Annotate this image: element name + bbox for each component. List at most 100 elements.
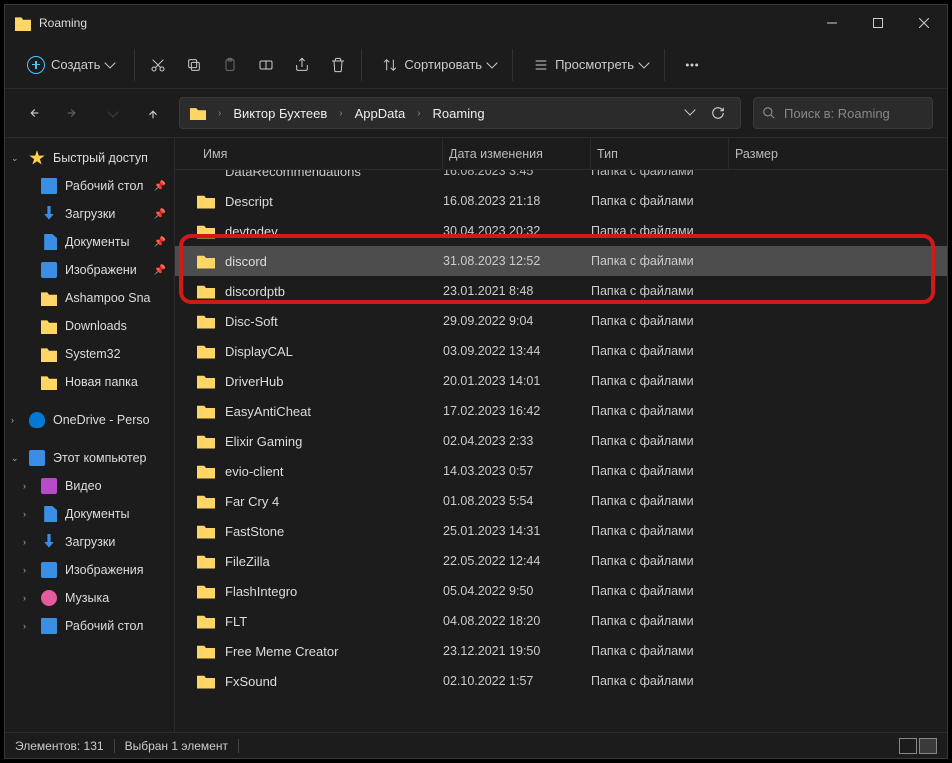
- sidebar-item-onedrive[interactable]: ›OneDrive - Perso: [5, 406, 174, 434]
- file-row[interactable]: FLT04.08.2022 18:20Папка с файлами: [175, 606, 947, 636]
- folder-icon: [197, 434, 215, 449]
- col-date[interactable]: Дата изменения: [443, 138, 591, 169]
- file-name: DataRecommendations: [225, 170, 361, 179]
- file-name: Descript: [225, 194, 273, 209]
- sidebar-item-folder[interactable]: Ashampoo Sna: [5, 284, 174, 312]
- file-date: 16.08.2023 3:45: [443, 170, 591, 178]
- sidebar-item-folder[interactable]: Downloads: [5, 312, 174, 340]
- video-icon: [41, 478, 57, 494]
- paste-button[interactable]: [213, 48, 247, 82]
- sidebar-item-video[interactable]: ›Видео: [5, 472, 174, 500]
- sidebar-item-thispc[interactable]: ⌄Этот компьютер: [5, 444, 174, 472]
- file-row[interactable]: Free Meme Creator23.12.2021 19:50Папка с…: [175, 636, 947, 666]
- sidebar-item-downloads[interactable]: ›Загрузки: [5, 528, 174, 556]
- cut-button[interactable]: [141, 48, 175, 82]
- breadcrumb-seg[interactable]: Виктор Бухтеев: [229, 106, 331, 121]
- forward-button[interactable]: [59, 99, 87, 127]
- toolbar: Создать Сортировать Просмотреть: [5, 41, 947, 89]
- plus-icon: [27, 56, 45, 74]
- sidebar-item-quick-access[interactable]: ⌄Быстрый доступ: [5, 144, 174, 172]
- folder-icon: [197, 194, 215, 209]
- folder-icon: [197, 374, 215, 389]
- file-row[interactable]: evio-client14.03.2023 0:57Папка с файлам…: [175, 456, 947, 486]
- refresh-button[interactable]: [704, 99, 732, 127]
- chevron-icon[interactable]: ›: [214, 108, 225, 119]
- file-list[interactable]: DataRecommendations 16.08.2023 3:45 Папка …: [175, 170, 947, 732]
- share-button[interactable]: [285, 48, 319, 82]
- recent-dropdown[interactable]: [99, 99, 127, 127]
- pin-icon: 📌: [154, 181, 166, 192]
- file-row[interactable]: EasyAntiCheat17.02.2023 16:42Папка с фай…: [175, 396, 947, 426]
- pin-icon: 📌: [154, 265, 166, 276]
- up-button[interactable]: [139, 99, 167, 127]
- file-row[interactable]: FileZilla22.05.2022 12:44Папка с файлами: [175, 546, 947, 576]
- history-chevron[interactable]: [682, 106, 698, 120]
- create-button[interactable]: Создать: [17, 48, 124, 82]
- file-row[interactable]: Elixir Gaming02.04.2023 2:33Папка с файл…: [175, 426, 947, 456]
- file-row[interactable]: FxSound02.10.2022 1:57Папка с файлами: [175, 666, 947, 696]
- col-type[interactable]: Тип: [591, 138, 729, 169]
- search-icon: [762, 106, 776, 120]
- rename-button[interactable]: [249, 48, 283, 82]
- col-name[interactable]: Имя: [197, 138, 443, 169]
- sidebar-item-documents[interactable]: Документы📌: [5, 228, 174, 256]
- folder-icon: [197, 344, 215, 359]
- sidebar: ⌄Быстрый доступ Рабочий стол📌 Загрузки📌 …: [5, 138, 175, 732]
- file-name: Far Cry 4: [225, 494, 279, 509]
- sidebar-item-music[interactable]: ›Музыка: [5, 584, 174, 612]
- view-button[interactable]: Просмотреть: [523, 48, 658, 82]
- folder-icon: [41, 290, 57, 306]
- breadcrumb-seg[interactable]: AppData: [351, 106, 410, 121]
- sidebar-item-pictures[interactable]: Изображени📌: [5, 256, 174, 284]
- breadcrumb[interactable]: › Виктор Бухтеев › AppData › Roaming: [179, 97, 741, 129]
- more-button[interactable]: [675, 48, 709, 82]
- sidebar-item-desktop[interactable]: Рабочий стол📌: [5, 172, 174, 200]
- status-selected: Выбран 1 элемент: [125, 739, 228, 753]
- folder-icon: [41, 374, 57, 390]
- file-date: 22.05.2022 12:44: [443, 554, 591, 568]
- chevron-icon[interactable]: ›: [335, 108, 346, 119]
- file-row[interactable]: FlashIntegro05.04.2022 9:50Папка с файла…: [175, 576, 947, 606]
- sidebar-item-pictures[interactable]: ›Изображения: [5, 556, 174, 584]
- pin-icon: 📌: [154, 209, 166, 220]
- breadcrumb-seg[interactable]: Roaming: [429, 106, 489, 121]
- column-header[interactable]: Имя Дата изменения Тип Размер: [175, 138, 947, 170]
- sort-button[interactable]: Сортировать: [372, 48, 506, 82]
- folder-icon: [197, 464, 215, 479]
- file-row[interactable]: DataRecommendations16.08.2023 3:45Папка …: [175, 170, 947, 186]
- view-thumbnails[interactable]: [899, 738, 917, 754]
- file-row[interactable]: DriverHub20.01.2023 14:01Папка с файлами: [175, 366, 947, 396]
- file-row[interactable]: FastStone25.01.2023 14:31Папка с файлами: [175, 516, 947, 546]
- file-row[interactable]: discordptb23.01.2021 8:48Папка с файлами: [175, 276, 947, 306]
- delete-button[interactable]: [321, 48, 355, 82]
- copy-button[interactable]: [177, 48, 211, 82]
- sidebar-item-documents[interactable]: ›Документы: [5, 500, 174, 528]
- sidebar-item-downloads[interactable]: Загрузки📌: [5, 200, 174, 228]
- file-row[interactable]: Far Cry 401.08.2023 5:54Папка с файлами: [175, 486, 947, 516]
- file-type: Папка с файлами: [591, 614, 729, 628]
- back-button[interactable]: [19, 99, 47, 127]
- chevron-icon[interactable]: ›: [413, 108, 424, 119]
- col-size[interactable]: Размер: [729, 138, 947, 169]
- file-date: 02.10.2022 1:57: [443, 674, 591, 688]
- file-row[interactable]: Descript16.08.2023 21:18Папка с файлами: [175, 186, 947, 216]
- minimize-button[interactable]: [809, 7, 855, 39]
- file-row[interactable]: DisplayCAL03.09.2022 13:44Папка с файлам…: [175, 336, 947, 366]
- search-input[interactable]: Поиск в: Roaming: [753, 97, 933, 129]
- maximize-button[interactable]: [855, 7, 901, 39]
- folder-icon: [197, 494, 215, 509]
- view-details[interactable]: [919, 738, 937, 754]
- folder-icon: [197, 614, 215, 629]
- titlebar: Roaming: [5, 5, 947, 41]
- close-button[interactable]: [901, 7, 947, 39]
- sidebar-item-folder[interactable]: System32: [5, 340, 174, 368]
- folder-icon: [15, 15, 31, 31]
- sidebar-item-folder[interactable]: Новая папка: [5, 368, 174, 396]
- file-date: 25.01.2023 14:31: [443, 524, 591, 538]
- file-name: DisplayCAL: [225, 344, 293, 359]
- file-row[interactable]: devtodev30.04.2023 20:32Папка с файлами: [175, 216, 947, 246]
- file-row[interactable]: discord31.08.2023 12:52Папка с файлами: [175, 246, 947, 276]
- sidebar-item-desktop[interactable]: ›Рабочий стол: [5, 612, 174, 640]
- file-row[interactable]: Disc-Soft29.09.2022 9:04Папка с файлами: [175, 306, 947, 336]
- statusbar: Элементов: 131 Выбран 1 элемент: [5, 732, 947, 758]
